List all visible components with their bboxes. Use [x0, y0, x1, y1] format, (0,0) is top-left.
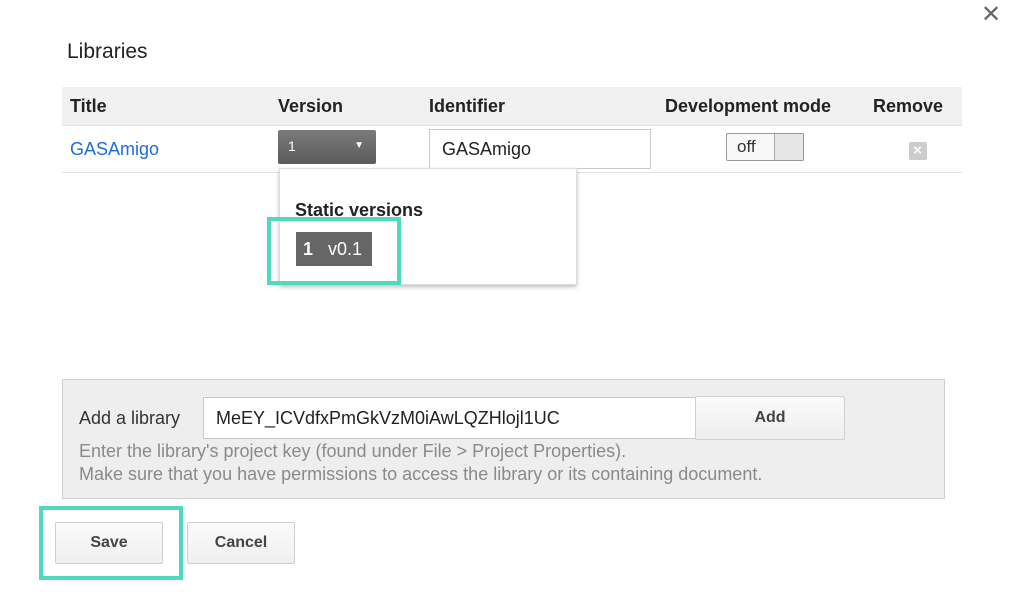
table-header-row: Title Version Identifier Development mod… — [62, 87, 962, 126]
add-library-label: Add a library — [79, 408, 181, 428]
header-remove: Remove — [865, 87, 962, 126]
table-row: GASAmigo 1 ▼ off × — [62, 125, 962, 173]
header-development-mode: Development mode — [657, 87, 865, 126]
version-select[interactable]: 1 ▼ — [278, 129, 376, 164]
development-mode-toggle[interactable]: off — [726, 132, 804, 161]
header-title: Title — [62, 87, 270, 126]
chevron-down-icon: ▼ — [354, 139, 364, 151]
libraries-table: Title Version Identifier Development mod… — [62, 87, 962, 173]
toggle-knob — [774, 133, 803, 160]
library-key-input[interactable] — [203, 397, 705, 439]
close-icon[interactable]: ✕ — [980, 3, 1002, 27]
hint-text-2: Make sure that you have permissions to a… — [79, 464, 763, 484]
dialog-title: Libraries — [67, 40, 148, 63]
identifier-input[interactable] — [429, 129, 651, 169]
header-version: Version — [270, 87, 421, 126]
toggle-label: off — [737, 136, 756, 156]
cancel-button[interactable]: Cancel — [187, 522, 295, 564]
add-library-panel: Add a library Add Enter the library's pr… — [62, 379, 945, 499]
add-button[interactable]: Add — [695, 396, 845, 440]
remove-icon[interactable]: × — [908, 141, 927, 160]
highlight-box-save — [39, 506, 183, 580]
hint-text-1: Enter the library's project key (found u… — [79, 441, 627, 461]
header-identifier: Identifier — [421, 87, 657, 126]
version-select-value: 1 — [288, 137, 296, 154]
library-title-link[interactable]: GASAmigo — [70, 139, 159, 159]
highlight-box-version — [267, 217, 401, 285]
